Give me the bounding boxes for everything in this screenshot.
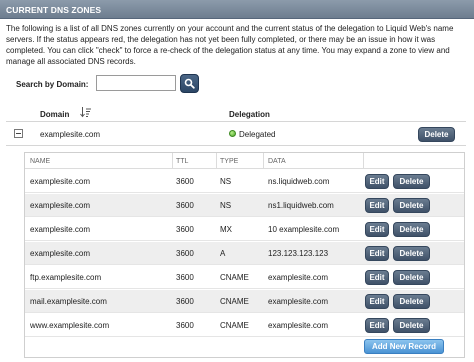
edit-record-button[interactable]: Edit (365, 198, 389, 213)
ttl-column-header: TTL (176, 158, 189, 165)
record-type: A (220, 249, 226, 258)
search-label: Search by Domain: (16, 80, 89, 89)
zone-delete-button[interactable]: Delete (418, 127, 455, 142)
record-name: ftp.examplesite.com (30, 273, 102, 282)
delete-record-button[interactable]: Delete (393, 270, 430, 285)
record-type: NS (220, 201, 232, 210)
delegation-column-header: Delegation (229, 110, 270, 119)
delete-record-button[interactable]: Delete (393, 294, 430, 309)
record-type: CNAME (220, 273, 249, 282)
delegated-status-icon (229, 130, 236, 137)
edit-record-button[interactable]: Edit (365, 318, 389, 333)
record-data: 10 examplesite.com (268, 225, 340, 234)
record-row: examplesite.com 3600 NS ns.liquidweb.com… (25, 170, 464, 193)
magnifier-icon (184, 78, 195, 89)
record-ttl: 3600 (176, 297, 194, 306)
edit-record-button[interactable]: Edit (365, 270, 389, 285)
delegation-status: Delegated (239, 130, 276, 139)
record-name: examplesite.com (30, 201, 91, 210)
records-header-row: NAME TTL TYPE DATA (25, 153, 464, 169)
section-header-bar: CURRENT DNS ZONES (0, 0, 474, 19)
record-name: examplesite.com (30, 249, 91, 258)
edit-record-button[interactable]: Edit (365, 174, 389, 189)
section-title: CURRENT DNS ZONES (6, 5, 102, 15)
record-data: examplesite.com (268, 297, 329, 306)
delete-record-button[interactable]: Delete (393, 222, 430, 237)
record-ttl: 3600 (176, 249, 194, 258)
search-button[interactable] (180, 74, 199, 93)
delete-record-button[interactable]: Delete (393, 198, 430, 213)
record-name: mail.examplesite.com (30, 297, 107, 306)
record-row: ftp.examplesite.com 3600 CNAME examplesi… (25, 266, 464, 289)
header-divider (6, 121, 466, 122)
zone-divider (6, 145, 466, 146)
record-row: examplesite.com 3600 NS ns1.liquidweb.co… (25, 194, 464, 217)
record-row: examplesite.com 3600 A 123.123.123.123 E… (25, 242, 464, 265)
record-ttl: 3600 (176, 201, 194, 210)
record-row: www.examplesite.com 3600 CNAME examplesi… (25, 314, 464, 337)
edit-record-button[interactable]: Edit (365, 294, 389, 309)
domain-column-header[interactable]: Domain (40, 110, 69, 119)
record-data: examplesite.com (268, 321, 329, 330)
delete-record-button[interactable]: Delete (393, 246, 430, 261)
record-ttl: 3600 (176, 273, 194, 282)
record-type: MX (220, 225, 232, 234)
record-row: mail.examplesite.com 3600 CNAME examples… (25, 290, 464, 313)
delete-record-button[interactable]: Delete (393, 318, 430, 333)
record-data: examplesite.com (268, 273, 329, 282)
record-data: ns.liquidweb.com (268, 177, 330, 186)
edit-record-button[interactable]: Edit (365, 222, 389, 237)
record-type: CNAME (220, 297, 249, 306)
records-panel: NAME TTL TYPE DATA examplesite.com 3600 … (24, 152, 465, 358)
add-new-record-button[interactable]: Add New Record (364, 339, 444, 354)
column-separator (216, 153, 217, 169)
column-separator (172, 153, 173, 169)
column-separator (263, 153, 264, 169)
record-type: CNAME (220, 321, 249, 330)
search-input[interactable] (96, 75, 176, 91)
record-ttl: 3600 (176, 177, 194, 186)
collapse-toggle[interactable] (14, 129, 23, 138)
record-ttl: 3600 (176, 225, 194, 234)
edit-record-button[interactable]: Edit (365, 246, 389, 261)
data-column-header: DATA (268, 158, 286, 165)
record-row: examplesite.com 3600 MX 10 examplesite.c… (25, 218, 464, 241)
sort-icon[interactable] (80, 106, 92, 118)
record-ttl: 3600 (176, 321, 194, 330)
record-name: examplesite.com (30, 177, 91, 186)
record-data: 123.123.123.123 (268, 249, 329, 258)
column-separator (363, 153, 364, 169)
description-text: The following is a list of all DNS zones… (6, 24, 454, 66)
record-name: www.examplesite.com (30, 321, 110, 330)
record-data: ns1.liquidweb.com (268, 201, 334, 210)
name-column-header: NAME (30, 158, 51, 165)
delete-record-button[interactable]: Delete (393, 174, 430, 189)
type-column-header: TYPE (220, 158, 239, 165)
record-type: NS (220, 177, 232, 186)
record-name: examplesite.com (30, 225, 91, 234)
zone-domain: examplesite.com (40, 130, 101, 139)
